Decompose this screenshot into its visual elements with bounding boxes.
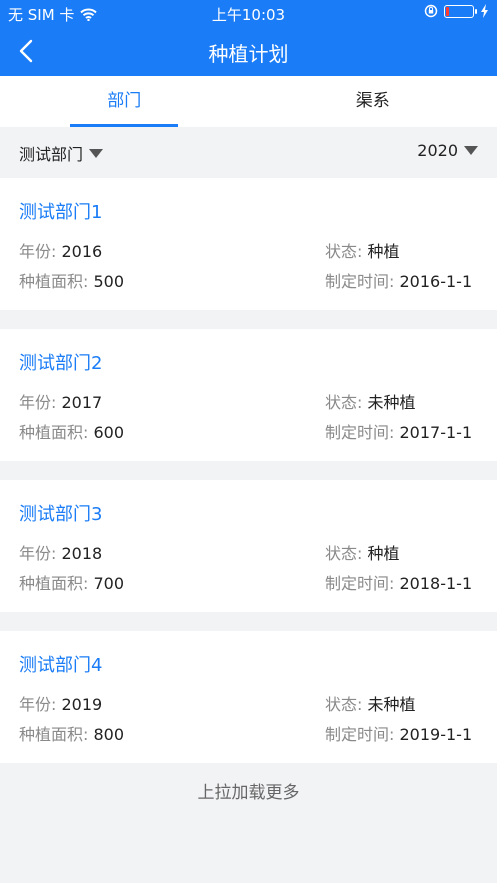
department-name: 测试部门2 [19, 353, 103, 374]
year-row: 年份: 2018 [19, 540, 102, 564]
caret-down-icon [464, 146, 478, 155]
date-value: 2018-1-1 [399, 574, 473, 593]
year-value: 2016 [61, 242, 103, 261]
area-row: 种植面积: 500 [19, 268, 124, 292]
status-label: 状态: [325, 544, 363, 563]
plan-list: 测试部门1 年份: 2016 种植面积: 500 状态: 种植 制定时间: 20… [0, 178, 497, 782]
status-value: 种植 [367, 242, 400, 261]
page-title: 种植计划 [208, 42, 289, 66]
status-row: 状态: 未种植 [325, 691, 416, 715]
date-row: 制定时间: 2016-1-1 [325, 268, 472, 292]
nav-bar: 种植计划 [0, 26, 497, 76]
list-item[interactable]: 测试部门4 年份: 2019 种植面积: 800 状态: 未种植 制定时间: 2… [0, 631, 497, 763]
tab-bar: 部门 渠系 [0, 76, 497, 127]
year-dropdown[interactable]: 2020 [417, 141, 478, 160]
department-name: 测试部门4 [19, 655, 103, 676]
date-label: 制定时间: [325, 574, 395, 593]
year-value: 2019 [61, 695, 103, 714]
date-value: 2017-1-1 [399, 423, 473, 442]
area-label: 种植面积: [19, 423, 89, 442]
filter-bar: 测试部门 2020 [0, 127, 497, 177]
status-label: 状态: [325, 393, 363, 412]
year-label: 年份: [19, 544, 57, 563]
tab-department-label: 部门 [107, 91, 142, 111]
department-dropdown-value: 测试部门 [19, 145, 84, 164]
year-dropdown-value: 2020 [417, 141, 458, 160]
list-item[interactable]: 测试部门3 年份: 2018 种植面积: 700 状态: 种植 制定时间: 20… [0, 480, 497, 612]
year-label: 年份: [19, 393, 57, 412]
department-name: 测试部门1 [19, 202, 103, 223]
tab-canal-label: 渠系 [355, 91, 390, 111]
department-name: 测试部门3 [19, 504, 103, 525]
battery-icon [444, 4, 477, 18]
area-label: 种植面积: [19, 725, 89, 744]
area-row: 种植面积: 800 [19, 721, 124, 745]
year-row: 年份: 2017 [19, 389, 102, 413]
status-value: 未种植 [367, 695, 416, 714]
year-label: 年份: [19, 242, 57, 261]
date-label: 制定时间: [325, 423, 395, 442]
status-bar: 无 SIM 卡 上午10:03 [0, 0, 497, 26]
area-label: 种植面积: [19, 574, 89, 593]
status-value: 未种植 [367, 393, 416, 412]
list-item[interactable]: 测试部门2 年份: 2017 种植面积: 600 状态: 未种植 制定时间: 2… [0, 329, 497, 461]
status-right [424, 4, 489, 18]
area-label: 种植面积: [19, 272, 89, 291]
status-value: 种植 [367, 544, 400, 563]
status-row: 状态: 未种植 [325, 389, 416, 413]
area-value: 600 [93, 423, 125, 442]
charging-icon [481, 4, 488, 18]
status-time: 上午10:03 [211, 6, 286, 24]
year-row: 年份: 2019 [19, 691, 102, 715]
year-value: 2018 [61, 544, 103, 563]
area-value: 800 [93, 725, 125, 744]
status-row: 状态: 种植 [325, 540, 400, 564]
rotation-lock-icon [424, 4, 438, 18]
year-value: 2017 [61, 393, 103, 412]
status-label: 状态: [325, 695, 363, 714]
area-value: 700 [93, 574, 125, 593]
status-label: 状态: [325, 242, 363, 261]
tab-canal[interactable]: 渠系 [249, 76, 497, 127]
date-row: 制定时间: 2019-1-1 [325, 721, 472, 745]
date-value: 2016-1-1 [399, 272, 473, 291]
date-label: 制定时间: [325, 725, 395, 744]
date-row: 制定时间: 2017-1-1 [325, 419, 472, 443]
area-row: 种植面积: 600 [19, 419, 124, 443]
date-row: 制定时间: 2018-1-1 [325, 570, 472, 594]
caret-down-icon [89, 148, 104, 158]
department-dropdown[interactable]: 测试部门 [19, 141, 104, 165]
year-row: 年份: 2016 [19, 238, 102, 262]
date-value: 2019-1-1 [399, 725, 473, 744]
tab-department[interactable]: 部门 [0, 76, 249, 127]
list-item[interactable]: 测试部门1 年份: 2016 种植面积: 500 状态: 种植 制定时间: 20… [0, 178, 497, 310]
date-label: 制定时间: [325, 272, 395, 291]
load-more-text: 上拉加载更多 [197, 783, 300, 803]
area-value: 500 [93, 272, 125, 291]
area-row: 种植面积: 700 [19, 570, 124, 594]
status-row: 状态: 种植 [325, 238, 400, 262]
year-label: 年份: [19, 695, 57, 714]
